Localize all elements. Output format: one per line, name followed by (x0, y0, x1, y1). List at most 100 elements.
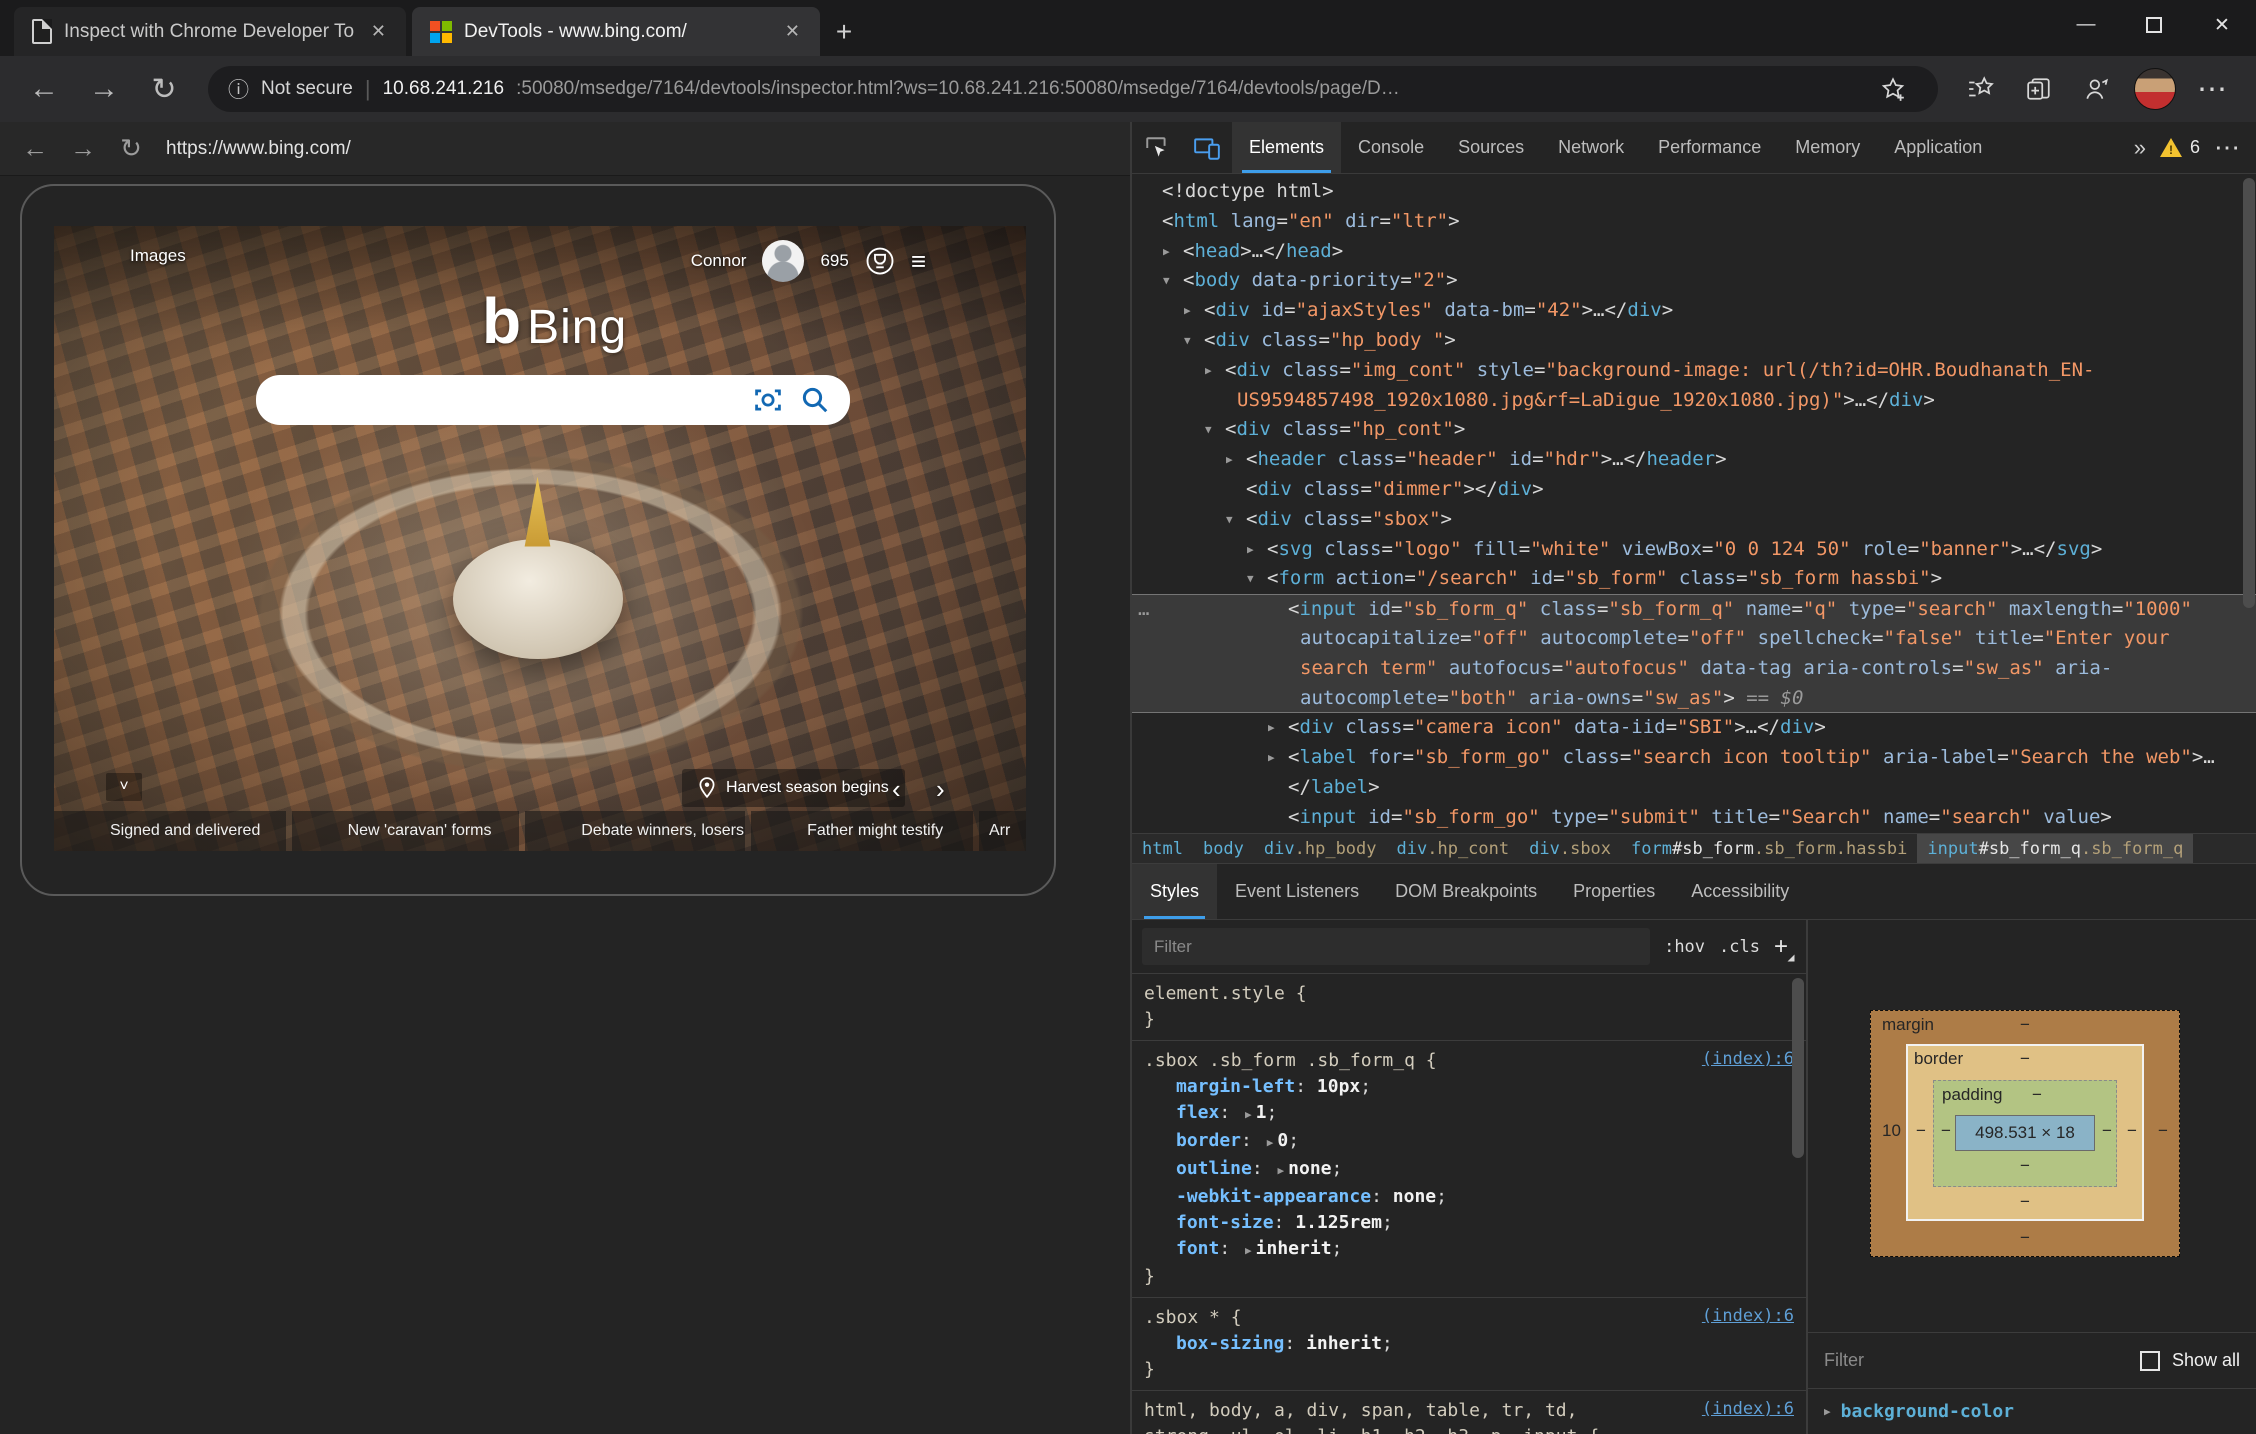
carousel-prev-icon[interactable]: ‹ (892, 774, 901, 805)
margin-left-value[interactable]: 10 (1882, 1121, 1901, 1141)
bing-homepage-screencast[interactable]: Images Connor 695 ≡ b Bing ˅ Harvest sea… (54, 226, 1026, 851)
computed-filter-input[interactable]: Filter (1824, 1350, 2128, 1371)
styles-scrollbar[interactable] (1792, 978, 1804, 1430)
reload-button[interactable]: ↻ (138, 63, 190, 115)
collections-button[interactable] (2014, 64, 2064, 114)
visual-search-camera-icon[interactable] (752, 386, 784, 414)
window-minimize-button[interactable]: — (2052, 0, 2120, 50)
bing-avatar[interactable] (762, 240, 805, 282)
dom-tree-line[interactable]: autocomplete="both" aria-owns="sw_as"> =… (1132, 683, 2256, 714)
dom-tree-line[interactable]: ▶ <label for="sb_form_go" class="search i… (1132, 743, 2256, 773)
news-item[interactable]: Father might testify (751, 811, 973, 851)
dom-tree-line[interactable]: ▼ <div class="hp_body "> (1132, 326, 2256, 356)
toggle-classes-button[interactable]: .cls (1719, 937, 1760, 957)
expand-arrow-icon[interactable]: ▶ (1226, 445, 1233, 475)
dom-tree-line[interactable]: ▶ <div id="ajaxStyles" data-bm="42">…</di… (1132, 296, 2256, 326)
margin-top-value[interactable]: − (2020, 1015, 2030, 1035)
margin-bottom-value[interactable]: − (2020, 1228, 2030, 1248)
tree-scrollbar[interactable] (2243, 178, 2255, 829)
tab-close-icon[interactable]: ✕ (781, 21, 804, 42)
css-property[interactable]: flex: ▶ 1; (1144, 1100, 1796, 1128)
breadcrumb-item[interactable]: input #sb_form_q .sb_form_q (1917, 834, 2194, 863)
tree-scrollbar-thumb[interactable] (2243, 178, 2255, 608)
dom-tree-line[interactable]: ▶ <header class="header" id="hdr">…</head… (1132, 445, 2256, 475)
breadcrumb-item[interactable]: body (1193, 834, 1254, 863)
dom-tree-line[interactable]: autocapitalize="off" autocomplete="off" … (1132, 623, 2256, 654)
browser-tab-active[interactable]: DevTools - www.bing.com/ ✕ (412, 7, 820, 56)
browser-tab-inactive[interactable]: Inspect with Chrome Developer To ✕ (14, 7, 406, 56)
stylesheet-link[interactable]: (index):6 (1702, 1049, 1794, 1069)
new-style-rule-button[interactable]: + (1774, 933, 1796, 961)
profile-button[interactable] (2072, 64, 2122, 114)
dom-tree-line[interactable]: … <input id="sb_form_q" class="sb_form_q"… (1132, 594, 2256, 624)
expand-arrow-icon[interactable]: ▶ (1241, 1108, 1256, 1121)
expand-arrow-icon[interactable]: ▶ (1274, 1164, 1289, 1177)
css-property[interactable]: outline: ▶ none; (1144, 1156, 1796, 1184)
style-rule[interactable]: html, body, a, div, span, table, tr, td,… (1132, 1391, 1806, 1434)
styles-scrollbar-thumb[interactable] (1792, 978, 1804, 1158)
more-actions-icon[interactable]: … (1138, 595, 1151, 625)
cast-back-button[interactable]: ← (14, 128, 56, 170)
box-model-content[interactable]: 498.531 × 18 (1955, 1115, 2095, 1151)
carousel-next-icon[interactable]: › (936, 774, 945, 805)
hamburger-menu-icon[interactable]: ≡ (911, 246, 926, 277)
dom-tree-line[interactable]: </label> (1132, 773, 2256, 803)
css-property[interactable]: font-size: 1.125rem; (1144, 1210, 1796, 1236)
css-property[interactable]: border: ▶ 0; (1144, 1128, 1796, 1156)
cast-url-field[interactable]: https://www.bing.com/ (166, 138, 351, 160)
image-caption[interactable]: Harvest season begins (682, 769, 905, 807)
tab-close-icon[interactable]: ✕ (367, 21, 390, 42)
expand-arrow-icon[interactable]: ▶ (1184, 296, 1191, 326)
dom-tree-line[interactable]: <!doctype html> (1132, 177, 2256, 207)
css-property[interactable]: box-sizing: inherit; (1144, 1331, 1796, 1357)
add-favorite-button[interactable] (1868, 64, 1918, 114)
collapse-arrow-icon[interactable]: ▼ (1163, 266, 1170, 296)
tab-network[interactable]: Network (1541, 122, 1641, 173)
cast-reload-button[interactable]: ↻ (110, 128, 152, 170)
bing-search-input[interactable] (256, 375, 850, 425)
styles-filter-input[interactable]: Filter (1142, 928, 1651, 965)
border-top-value[interactable]: − (2020, 1049, 2030, 1069)
border-left-value[interactable]: − (1916, 1121, 1926, 1141)
padding-bottom-value[interactable]: − (2020, 1156, 2030, 1176)
forward-button[interactable]: → (78, 63, 130, 115)
expand-arrow-icon[interactable]: ▶ (1263, 1136, 1278, 1149)
dom-tree-line[interactable]: <div class="dimmer"></div> (1132, 475, 2256, 505)
tab-application[interactable]: Application (1877, 122, 1999, 173)
tab-dom-breakpoints[interactable]: DOM Breakpoints (1377, 864, 1555, 919)
dom-tree-line[interactable]: ▼ <div class="sbox"> (1132, 505, 2256, 535)
breadcrumb-item[interactable]: div .sbox (1519, 834, 1621, 863)
favorites-button[interactable] (1956, 64, 2006, 114)
cast-forward-button[interactable]: → (62, 128, 104, 170)
window-maximize-button[interactable] (2120, 0, 2188, 50)
expand-arrow-icon[interactable]: ▶ (1163, 237, 1170, 267)
css-property[interactable]: margin-left: 10px; (1144, 1074, 1796, 1100)
more-tabs-button[interactable]: » (2134, 135, 2146, 161)
warning-icon[interactable]: ! (2159, 138, 2182, 157)
stylesheet-link[interactable]: (index):6 (1702, 1399, 1794, 1419)
search-icon[interactable] (800, 385, 830, 415)
tab-console[interactable]: Console (1341, 122, 1441, 173)
margin-right-value[interactable]: − (2158, 1121, 2168, 1141)
bing-user-name[interactable]: Connor (691, 251, 747, 271)
toggle-device-toolbar-button[interactable] (1182, 122, 1232, 173)
profile-avatar[interactable] (2130, 64, 2180, 114)
style-rule[interactable]: .sbox * {(index):6 box-sizing: inherit;} (1132, 1298, 1806, 1391)
dom-tree-line[interactable]: ▼ <form action="/search" id="sb_form" cla… (1132, 564, 2256, 594)
news-item[interactable]: Signed and delivered (54, 811, 286, 851)
news-item[interactable]: Arr (978, 811, 1026, 851)
warning-count[interactable]: 6 (2190, 137, 2200, 158)
rewards-trophy-icon[interactable] (865, 246, 895, 276)
stylesheet-link[interactable]: (index):6 (1702, 1306, 1794, 1326)
css-property[interactable]: -webkit-appearance: none; (1144, 1184, 1796, 1210)
news-item[interactable]: New 'caravan' forms (291, 811, 520, 851)
dom-tree-line[interactable]: ▶ <div class="camera icon" data-iid="SBI"… (1132, 713, 2256, 743)
css-property[interactable]: font: ▶ inherit; (1144, 1236, 1796, 1264)
browser-menu-button[interactable]: ⋯ (2188, 64, 2238, 114)
style-rule[interactable]: element.style {} (1132, 974, 1806, 1041)
expand-arrow-icon[interactable]: ▶ (1268, 713, 1275, 743)
inspect-element-button[interactable] (1132, 122, 1182, 173)
style-rule[interactable]: .sbox .sb_form .sb_form_q {(index):6 marg… (1132, 1041, 1806, 1298)
dom-tree-line[interactable]: ▼ <div class="hp_cont"> (1132, 415, 2256, 445)
expand-arrow-icon[interactable]: ▶ (1247, 535, 1254, 565)
